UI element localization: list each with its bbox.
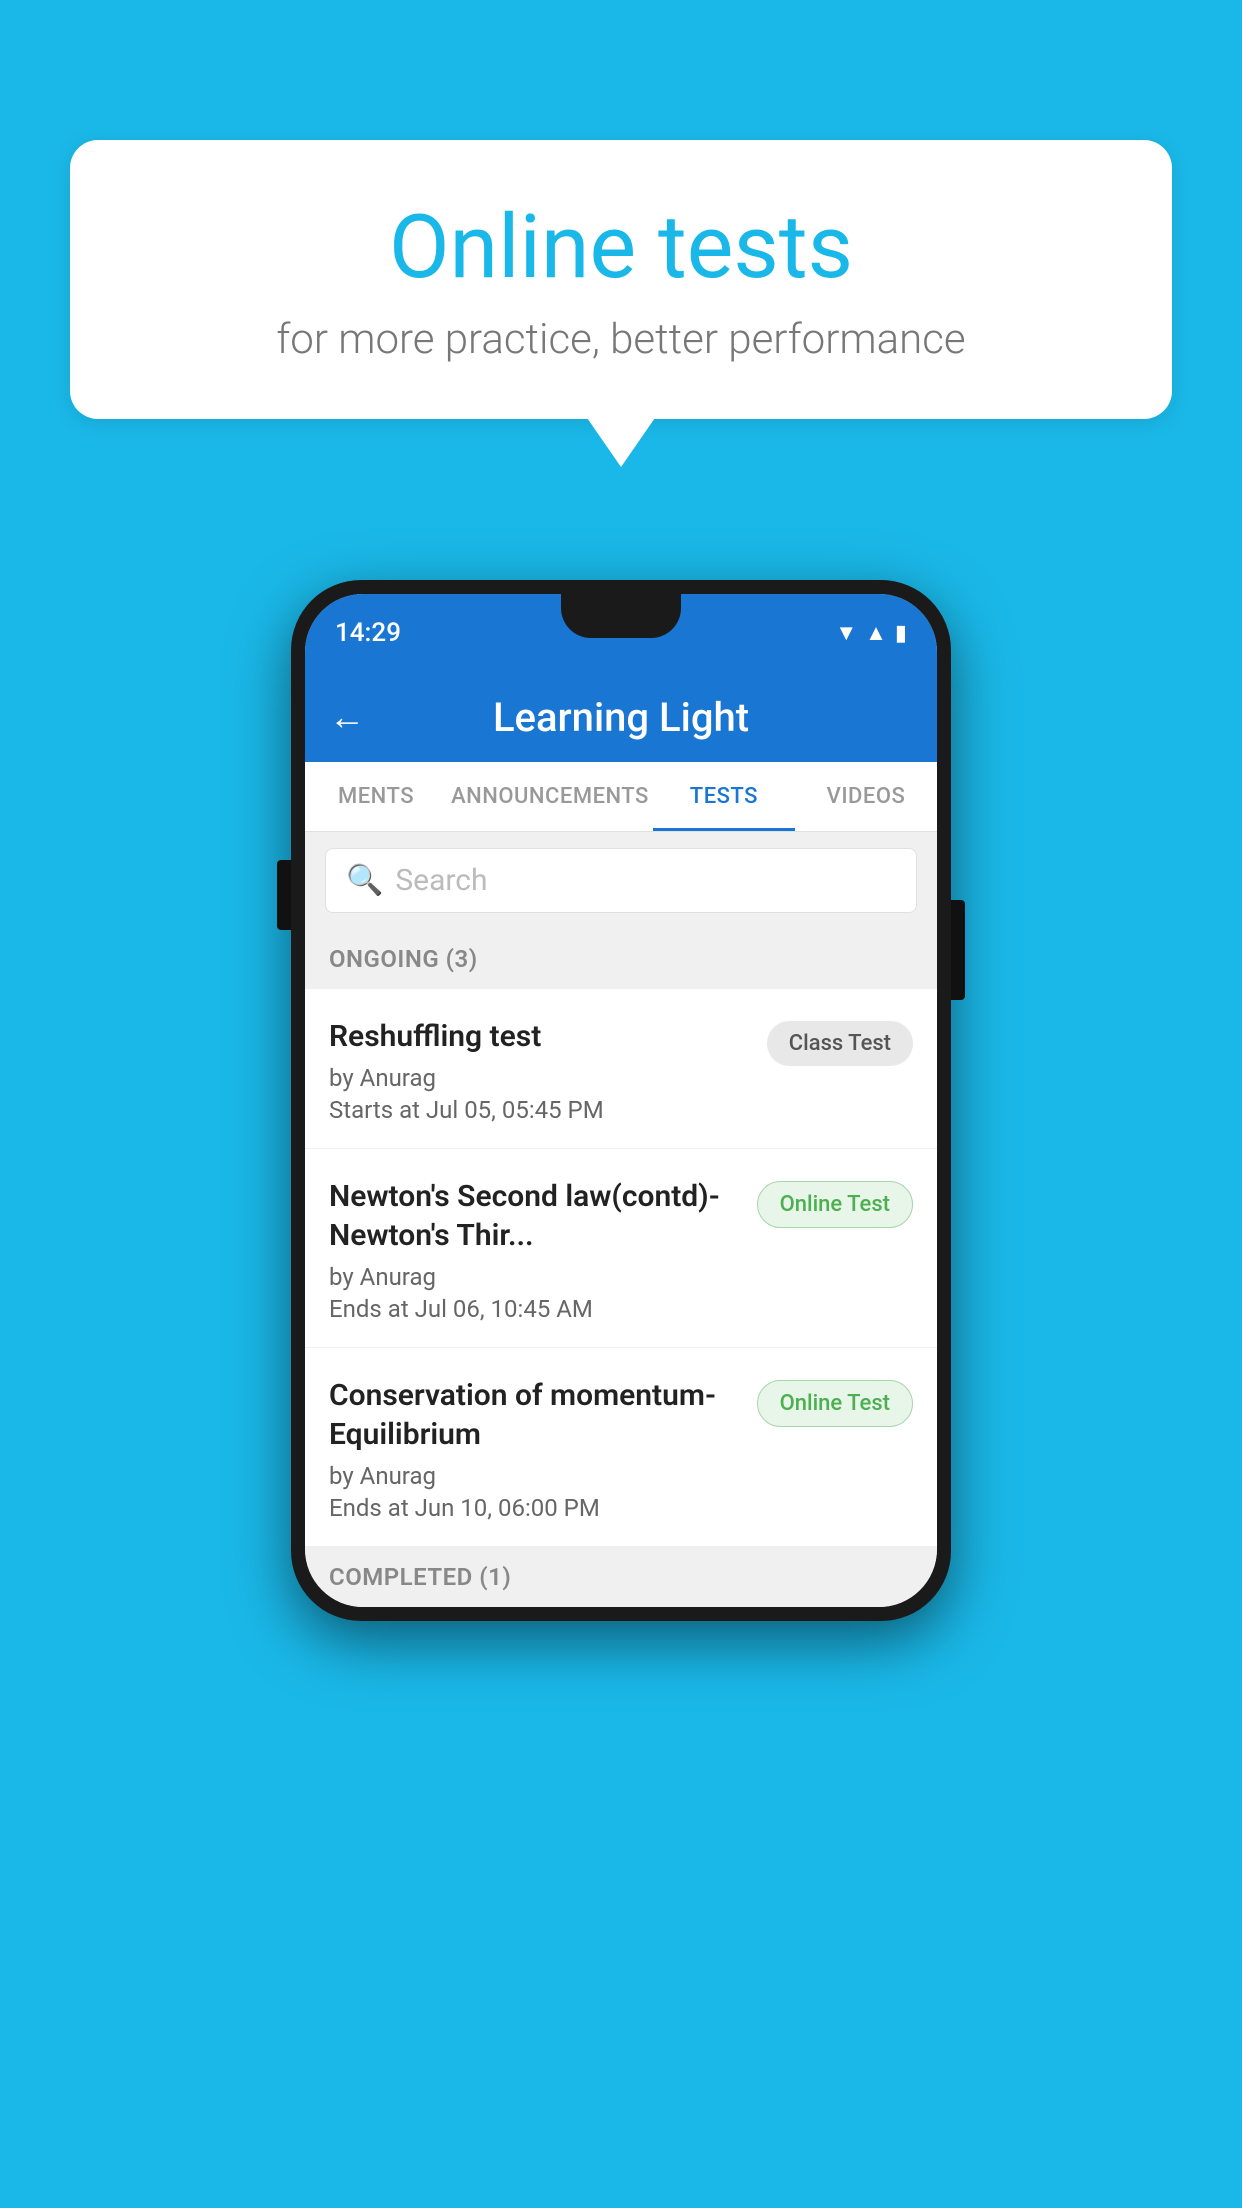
app-bar: ← Learning Light xyxy=(305,672,937,762)
status-bar: 14:29 ▼ ▲ ▮ xyxy=(305,594,937,672)
status-icons: ▼ ▲ ▮ xyxy=(835,620,907,646)
tab-videos[interactable]: VIDEOS xyxy=(795,762,937,831)
test-badge-class: Class Test xyxy=(767,1021,913,1066)
battery-icon: ▮ xyxy=(895,621,907,646)
wifi-icon: ▼ xyxy=(835,620,857,646)
tab-ments[interactable]: MENTS xyxy=(305,762,447,831)
speech-bubble-box: Online tests for more practice, better p… xyxy=(70,140,1172,419)
back-button[interactable]: ← xyxy=(329,696,365,738)
test-badge-online: Online Test xyxy=(757,1181,913,1228)
ongoing-section-header: ONGOING (3) xyxy=(305,929,937,989)
test-by: by Anurag xyxy=(329,1064,751,1092)
test-by: by Anurag xyxy=(329,1263,741,1291)
tab-announcements[interactable]: ANNOUNCEMENTS xyxy=(447,762,653,831)
search-container: 🔍 Search xyxy=(305,832,937,929)
test-item[interactable]: Newton's Second law(contd)-Newton's Thir… xyxy=(305,1149,937,1348)
test-by: by Anurag xyxy=(329,1462,741,1490)
test-time: Ends at Jul 06, 10:45 AM xyxy=(329,1295,741,1323)
bubble-subtitle: for more practice, better performance xyxy=(120,315,1122,364)
search-placeholder: Search xyxy=(395,863,487,898)
bubble-title: Online tests xyxy=(120,200,1122,297)
promo-speech-bubble: Online tests for more practice, better p… xyxy=(70,140,1172,419)
phone-screen: 14:29 ▼ ▲ ▮ ← Learning Light MENTS ANNOU… xyxy=(305,594,937,1607)
test-info: Conservation of momentum-Equilibrium by … xyxy=(329,1376,741,1522)
signal-icon: ▲ xyxy=(865,620,887,646)
app-bar-title: Learning Light xyxy=(385,694,857,741)
tab-tests[interactable]: TESTS xyxy=(653,762,795,831)
test-item[interactable]: Reshuffling test by Anurag Starts at Jul… xyxy=(305,989,937,1149)
phone-notch xyxy=(561,594,681,638)
test-name: Conservation of momentum-Equilibrium xyxy=(329,1376,741,1454)
test-info: Reshuffling test by Anurag Starts at Jul… xyxy=(329,1017,751,1124)
status-time: 14:29 xyxy=(335,618,401,648)
test-item[interactable]: Conservation of momentum-Equilibrium by … xyxy=(305,1348,937,1547)
phone-mockup: 14:29 ▼ ▲ ▮ ← Learning Light MENTS ANNOU… xyxy=(291,580,951,1621)
test-time: Ends at Jun 10, 06:00 PM xyxy=(329,1494,741,1522)
test-name: Reshuffling test xyxy=(329,1017,751,1056)
test-list: Reshuffling test by Anurag Starts at Jul… xyxy=(305,989,937,1547)
tabs-bar: MENTS ANNOUNCEMENTS TESTS VIDEOS xyxy=(305,762,937,832)
search-icon: 🔍 xyxy=(346,863,383,898)
search-box[interactable]: 🔍 Search xyxy=(325,848,917,913)
phone-frame: 14:29 ▼ ▲ ▮ ← Learning Light MENTS ANNOU… xyxy=(291,580,951,1621)
completed-section-header: COMPLETED (1) xyxy=(305,1547,937,1607)
test-badge-online: Online Test xyxy=(757,1380,913,1427)
test-info: Newton's Second law(contd)-Newton's Thir… xyxy=(329,1177,741,1323)
test-time: Starts at Jul 05, 05:45 PM xyxy=(329,1096,751,1124)
test-name: Newton's Second law(contd)-Newton's Thir… xyxy=(329,1177,741,1255)
